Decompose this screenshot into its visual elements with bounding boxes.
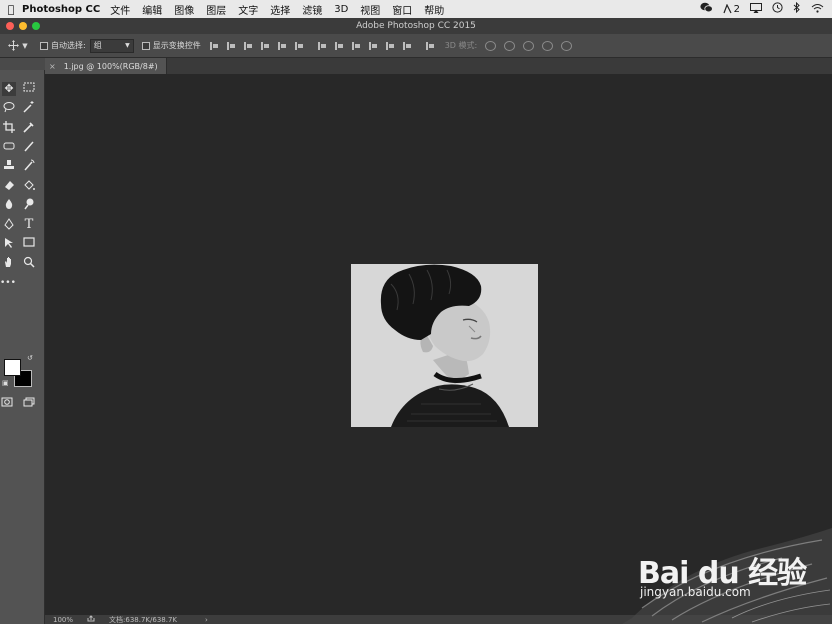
zoom-level[interactable]: 100% <box>53 616 73 624</box>
show-transform-option: 显示变换控件 <box>141 40 201 51</box>
distribute-right-edges-icon[interactable] <box>402 41 412 51</box>
align-horizontal-centers-icon[interactable] <box>277 41 287 51</box>
auto-select-value: 组 <box>93 41 102 50</box>
pen-tool-icon[interactable] <box>2 218 16 232</box>
portrait-photo <box>351 264 538 427</box>
menu-layer[interactable]: 图层 <box>206 2 226 17</box>
move-icon <box>8 40 20 51</box>
menu-help[interactable]: 帮助 <box>424 2 444 17</box>
zoom-tool-icon[interactable] <box>22 256 36 270</box>
brush-tool-icon[interactable] <box>22 140 36 154</box>
screen-mode-icon[interactable] <box>22 397 36 411</box>
lasso-tool-icon[interactable] <box>2 101 16 115</box>
distribute-horizontal-centers-icon[interactable] <box>385 41 395 51</box>
menu-file[interactable]: 文件 <box>110 2 130 17</box>
healing-brush-tool-icon[interactable] <box>2 140 16 154</box>
app-menu[interactable]: Photoshop CC <box>22 4 100 15</box>
auto-align-layers-icon[interactable] <box>425 41 435 51</box>
show-transform-label: 显示变换控件 <box>152 41 201 50</box>
align-left-edges-icon[interactable] <box>260 41 270 51</box>
auto-select-label: 自动选择: <box>51 41 86 50</box>
paint-bucket-tool-icon[interactable] <box>22 179 36 193</box>
distribute-left-edges-icon[interactable] <box>368 41 378 51</box>
wechat-icon[interactable] <box>700 2 713 16</box>
align-vertical-centers-icon[interactable] <box>226 41 236 51</box>
auto-select-option: 自动选择: 组 ▼ <box>40 38 134 53</box>
clone-stamp-tool-icon[interactable] <box>2 159 16 173</box>
close-tab-icon[interactable]: × <box>49 62 56 71</box>
time-machine-icon[interactable] <box>772 2 783 16</box>
menu-3d[interactable]: 3D <box>334 4 348 15</box>
crop-tool-icon[interactable] <box>2 121 16 135</box>
scale-3d-icon[interactable] <box>561 40 573 51</box>
rotate-3d-icon[interactable] <box>485 40 497 51</box>
menu-edit[interactable]: 编辑 <box>142 2 162 17</box>
document-tab[interactable]: × 1.jpg @ 100%(RGB/8#) <box>45 58 167 74</box>
swap-colors-icon[interactable]: ↺ <box>27 354 33 362</box>
align-right-edges-icon[interactable] <box>294 41 304 51</box>
distribute-bottom-edges-icon[interactable] <box>351 41 361 51</box>
menu-select[interactable]: 选择 <box>270 2 290 17</box>
drag-3d-icon[interactable] <box>523 40 535 51</box>
apple-icon[interactable]:  <box>0 3 22 16</box>
photoshop-app:  Photoshop CC 文件 编辑 图像 图层 文字 选择 滤镜 3D 视… <box>0 0 832 624</box>
magic-wand-tool-icon[interactable] <box>22 101 36 115</box>
hand-tool-icon[interactable] <box>2 256 16 270</box>
eyedropper-tool-icon[interactable] <box>22 121 36 135</box>
align-top-edges-icon[interactable] <box>209 41 219 51</box>
status-menus: 2 <box>700 1 832 16</box>
bluetooth-icon[interactable] <box>793 1 801 16</box>
menu-window[interactable]: 窗口 <box>392 2 412 17</box>
status-menu-arrow-icon[interactable]: › <box>205 616 208 624</box>
tools-panel-grip[interactable] <box>0 58 45 70</box>
document-tab-label: 1.jpg @ 100%(RGB/8#) <box>63 61 158 71</box>
quick-mask-icon[interactable] <box>0 397 14 411</box>
distribute-vertical-centers-icon[interactable] <box>334 41 344 51</box>
menu-view[interactable]: 视图 <box>360 2 380 17</box>
marquee-tool-icon[interactable] <box>22 82 36 96</box>
menu-image[interactable]: 图像 <box>174 2 194 17</box>
wifi-icon[interactable] <box>811 3 824 16</box>
roll-3d-icon[interactable] <box>504 40 516 51</box>
3d-mode-controls: 3D 模式: <box>445 40 573 51</box>
auto-select-checkbox[interactable] <box>40 41 48 50</box>
rectangle-tool-icon[interactable] <box>22 237 36 251</box>
document-tab-bar: × 1.jpg @ 100%(RGB/8#) <box>45 58 832 74</box>
more-tools-icon[interactable]: ••• <box>0 276 16 290</box>
history-brush-tool-icon[interactable] <box>22 159 36 173</box>
document-size[interactable]: 文档:638.7K/638.7K <box>109 615 177 624</box>
show-transform-checkbox[interactable] <box>141 41 150 50</box>
options-bar: ▼ 自动选择: 组 ▼ 显示变换控件 3D 模式: <box>0 34 832 58</box>
mac-menu-bar:  Photoshop CC 文件 编辑 图像 图层 文字 选择 滤镜 3D 视… <box>0 0 832 18</box>
chevron-down-icon: ▼ <box>125 42 130 49</box>
auto-select-dropdown[interactable]: 组 ▼ <box>89 38 134 53</box>
move-tool-preset[interactable]: ▼ <box>0 40 36 51</box>
airplay-icon[interactable] <box>750 2 762 16</box>
align-bottom-edges-icon[interactable] <box>243 41 253 51</box>
eraser-tool-icon[interactable] <box>2 179 16 193</box>
window-title-bar: Adobe Photoshop CC 2015 <box>0 18 832 34</box>
menu-filter[interactable]: 滤镜 <box>302 2 322 17</box>
document-image[interactable] <box>351 264 538 427</box>
dodge-tool-icon[interactable] <box>22 198 36 212</box>
tools-panel: ✥ T ••• ↺ ▣ <box>0 58 45 624</box>
notification-badge[interactable]: 2 <box>723 4 740 15</box>
default-colors-icon[interactable]: ▣ <box>2 379 9 387</box>
export-icon[interactable] <box>87 615 95 624</box>
distribute-top-edges-icon[interactable] <box>317 41 327 51</box>
chevron-down-icon: ▼ <box>22 41 28 50</box>
move-tool-icon[interactable]: ✥ <box>2 82 16 96</box>
slide-3d-icon[interactable] <box>542 40 554 51</box>
baidu-watermark: Bai du 经验 jingyan.baidu.com <box>612 528 832 624</box>
menu-type[interactable]: 文字 <box>238 2 258 17</box>
foreground-color-swatch[interactable] <box>4 359 21 376</box>
3d-mode-label: 3D 模式: <box>444 41 478 50</box>
type-tool-icon[interactable]: T <box>22 218 36 232</box>
blur-tool-icon[interactable] <box>2 198 16 212</box>
align-buttons <box>209 41 435 51</box>
window-title: Adobe Photoshop CC 2015 <box>356 21 476 31</box>
badge-count: 2 <box>733 3 740 15</box>
watermark-url: jingyan.baidu.com <box>640 585 751 599</box>
path-selection-tool-icon[interactable] <box>2 237 16 251</box>
